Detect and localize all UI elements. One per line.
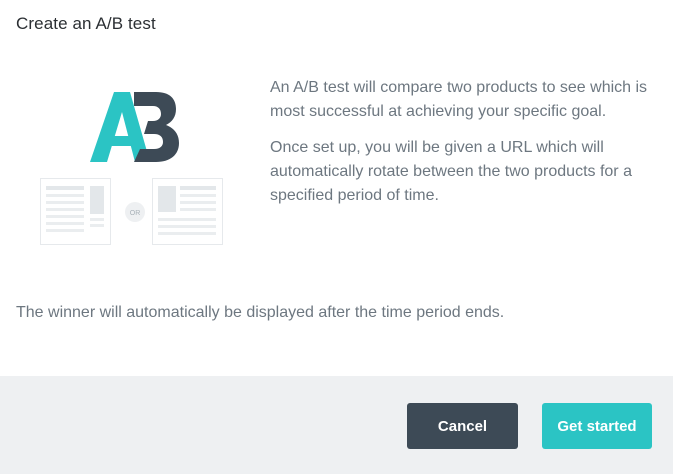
product-pages-illustration: OR [40,178,223,245]
get-started-button[interactable]: Get started [542,403,652,449]
cancel-button[interactable]: Cancel [407,403,518,449]
description-paragraph-1: An A/B test will compare two products to… [270,79,648,120]
description-paragraph-2: Once set up, you will be given a URL whi… [270,139,632,204]
ab-test-dialog: Create an A/B test OR An A/B test will c… [0,0,673,474]
ab-illustration: OR [40,88,230,252]
description: An A/B test will compare two products to… [270,76,660,220]
dialog-title: Create an A/B test [16,14,156,33]
dialog-footer: Cancel Get started [0,376,673,474]
winner-note: The winner will automatically be display… [16,304,505,321]
or-label: OR [130,210,141,217]
ab-logo-icon [90,92,179,162]
